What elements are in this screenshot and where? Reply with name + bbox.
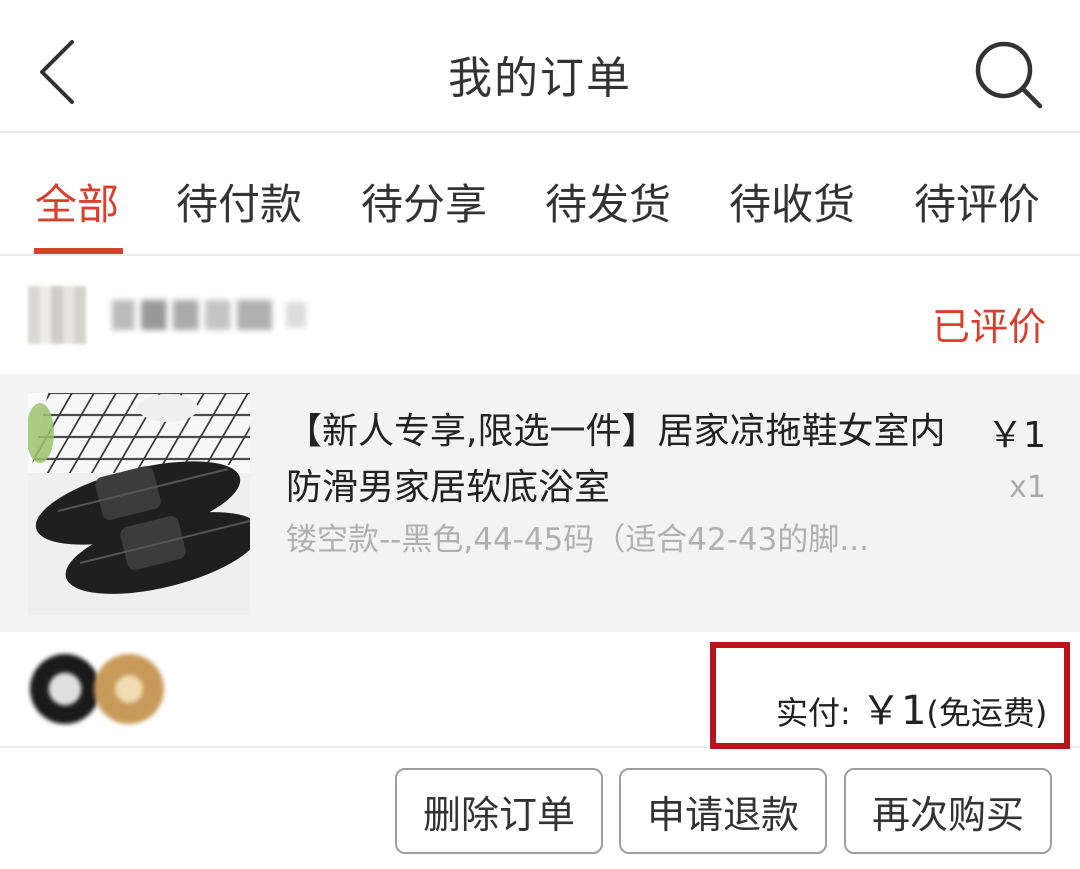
payment-amount: ￥1 [860, 688, 927, 734]
buy-again-button[interactable]: 再次购买 [844, 768, 1052, 854]
shop-row[interactable]: 已评价 [0, 256, 1080, 374]
page-title: 我的订单 [448, 53, 632, 104]
search-icon[interactable] [970, 36, 1046, 112]
product-item[interactable]: 【新人专享,限选一件】居家凉拖鞋女室内防滑男家居软底浴室 ￥1 x1 镂空款--… [0, 374, 1080, 632]
order-tabs: 全部 待付款 待分享 待发货 待收货 待评价 [0, 135, 1080, 256]
app-header: 我的订单 [0, 0, 1080, 133]
order-status: 已评价 [931, 305, 1046, 349]
payment-row: 实付: ￥1(免运费) [0, 632, 1080, 749]
avatar [30, 654, 100, 724]
tab-pending-review[interactable]: 待评价 [914, 171, 1040, 232]
active-tab-indicator [34, 248, 123, 254]
request-refund-button[interactable]: 申请退款 [619, 768, 827, 854]
order-actions: 删除订单 申请退款 再次购买 [0, 750, 1080, 869]
payment-summary: 实付: ￥1(免运费) [776, 678, 1047, 736]
shop-avatar [28, 286, 86, 344]
delete-order-button[interactable]: 删除订单 [395, 768, 603, 854]
product-image [28, 393, 250, 615]
avatar [94, 654, 164, 724]
shop-name-redacted [112, 300, 272, 330]
tab-all[interactable]: 全部 [35, 171, 119, 232]
payment-highlight-box: 实付: ￥1(免运费) [710, 642, 1070, 749]
payment-label: 实付: [776, 694, 861, 732]
product-sku: 镂空款--黑色,44-45码（适合42-43的脚... [286, 522, 869, 558]
tab-pending-shipment[interactable]: 待发货 [545, 171, 671, 232]
product-quantity: x1 [1009, 470, 1046, 505]
product-title: 【新人专享,限选一件】居家凉拖鞋女室内防滑男家居软底浴室 [286, 411, 946, 508]
tab-pending-share[interactable]: 待分享 [361, 171, 487, 232]
tab-pending-receipt[interactable]: 待收货 [729, 171, 855, 232]
product-price: ￥1 [987, 415, 1046, 456]
chevron-right-icon [286, 302, 306, 328]
tab-pending-payment[interactable]: 待付款 [176, 171, 302, 232]
shipping-note: (免运费) [926, 694, 1048, 732]
